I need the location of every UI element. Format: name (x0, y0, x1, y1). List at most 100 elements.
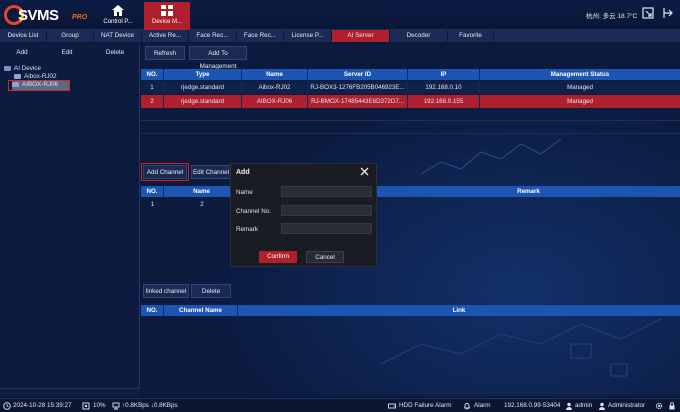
tree-root-ai-device[interactable]: AI Device (4, 65, 41, 72)
header-no: NO. (141, 69, 164, 80)
app-logo: SVMS PRO (4, 4, 89, 26)
alarm[interactable]: Alarm (474, 402, 490, 409)
channel-no-input[interactable] (281, 205, 372, 216)
fullscreen-icon[interactable] (642, 7, 654, 19)
subtab-group[interactable]: Group (47, 30, 94, 42)
subtab-decoder[interactable]: Decoder (390, 30, 448, 42)
subtab-device-list[interactable]: Device List (0, 30, 47, 42)
subtab-face-recognition-2[interactable]: Face Rec... (237, 30, 284, 42)
header-channel-name: Channel Name (164, 305, 238, 316)
cell-status: Managed (567, 98, 593, 105)
close-icon[interactable] (360, 167, 369, 176)
linked-channel-button[interactable]: linked channel (143, 284, 189, 298)
dialog-title: Add (236, 169, 250, 176)
header-type: Type (164, 69, 242, 80)
top-header: SVMS PRO Control P... Device M... 杭州: 多云… (0, 0, 680, 30)
cell-server-id: RJ-BMOX-17485443E6D372D7... (308, 95, 408, 108)
confirm-button[interactable]: Confirm (259, 251, 297, 263)
device-tree-panel: Add Edit Delete AI Device Aibox-RJ02 AIB… (0, 44, 140, 396)
table-row-empty (141, 121, 680, 134)
cell-name: 2 (200, 201, 204, 208)
subtab-face-recognition-1[interactable]: Face Rec... (189, 30, 237, 42)
horizontal-scrollbar[interactable] (0, 388, 140, 396)
hdd-icon (388, 403, 396, 409)
logo-text: SVMS (18, 7, 59, 24)
cell-ip: 192.168.0.155 (408, 95, 480, 108)
cell-name: AIBOX-RJ06 (242, 95, 308, 108)
tree-item-label: Aibox-RJ02 (24, 73, 57, 80)
refresh-button[interactable]: Refresh (145, 46, 185, 60)
header-no: NO. (141, 305, 164, 316)
table-row[interactable]: 1 rjedge.standard Aibox-RJ02 RJ-BOX3-127… (141, 81, 680, 94)
subtab-active-register[interactable]: Active Re... (142, 30, 189, 42)
linked-table-header: NO. Channel Name Link (141, 305, 680, 316)
username: admin (575, 402, 593, 409)
cell-server-id: RJ-BOX3-1276FB205B046923E... (308, 81, 408, 94)
lock-icon[interactable] (668, 402, 676, 410)
cancel-button[interactable]: Cancel (306, 251, 344, 263)
name-input[interactable] (281, 186, 372, 197)
home-icon (112, 5, 124, 16)
cpu-icon (82, 402, 90, 410)
subtab-favorite[interactable]: Favorite (448, 30, 494, 42)
logo-sub: PRO (72, 14, 88, 21)
hdd-failure-alarm[interactable]: HDD Failure Alarm (399, 402, 451, 409)
status-bar: 2024-10-28 15:39:27 10% ↑0.8KBps ↓0.8KBp… (0, 398, 680, 412)
highlight-box (141, 163, 189, 181)
name-label: Name (236, 189, 253, 196)
header-name: Name (164, 186, 240, 197)
server-address: 192.168.0.99-53404 (504, 402, 561, 409)
folder-icon (4, 65, 11, 71)
channel-no-label: Channel No. (236, 208, 272, 215)
highlight-box (8, 80, 70, 91)
cell-type: rjedge.standard (164, 81, 242, 94)
tree-item-aibox-rj02[interactable]: Aibox-RJ02 (14, 73, 57, 80)
network-icon (112, 402, 120, 410)
subtab-license-plate[interactable]: License P... (284, 30, 332, 42)
cell-status: Managed (567, 84, 593, 91)
edit-button[interactable]: Edit (44, 46, 90, 60)
clock-icon (3, 402, 11, 410)
ai-server-content: Refresh Add To Management NO. Type Name … (141, 44, 680, 396)
header-link: Link (452, 307, 466, 314)
linked-delete-button[interactable]: Delete (191, 284, 231, 298)
server-table-header: NO. Type Name Server ID IP Management St… (141, 69, 680, 80)
table-row[interactable]: 1 2 (141, 198, 680, 211)
edit-channel-button[interactable]: Edit Channel (191, 165, 231, 179)
logout-icon[interactable] (662, 7, 674, 19)
cell-no: 1 (150, 201, 155, 208)
admin-icon (599, 402, 605, 410)
cell-ip: 192.168.0.10 (408, 81, 480, 94)
header-no: NO. (141, 186, 164, 197)
user-icon (566, 402, 572, 410)
settings-gear-icon[interactable] (655, 402, 663, 410)
header-ip: IP (408, 69, 480, 80)
datetime: 2024-10-28 15:39:27 (13, 402, 72, 409)
tab-label: Device M... (151, 19, 182, 25)
table-row-selected[interactable]: 2 rjedge.standard AIBOX-RJ06 RJ-BMOX-174… (141, 95, 680, 108)
remark-input[interactable] (281, 223, 372, 234)
alarm-bell-icon (464, 403, 470, 410)
sub-tab-bar: Device List Group NAT Device Active Re..… (0, 30, 680, 42)
cell-type: rjedge.standard (164, 95, 242, 108)
add-channel-dialog: Add Name Channel No. Remark Confirm Canc… (230, 163, 377, 267)
device-icon (14, 73, 21, 79)
cell-remark (377, 198, 680, 211)
weather-info: 杭州: 多云 18.7°C (586, 13, 638, 20)
delete-button[interactable]: Delete (92, 46, 138, 60)
add-button[interactable]: Add (0, 46, 44, 60)
cell-no: 1 (141, 81, 164, 94)
remark-label: Remark (236, 226, 259, 233)
tab-device-management[interactable]: Device M... (144, 2, 190, 30)
table-row-empty (141, 108, 680, 121)
header-management-status: Management Status (550, 71, 610, 78)
cell-name: Aibox-RJ02 (242, 81, 308, 94)
cell-no: 2 (141, 95, 164, 108)
tab-control-panel[interactable]: Control P... (95, 2, 141, 30)
header-remark: Remark (517, 188, 540, 195)
subtab-ai-server[interactable]: AI Server (332, 30, 390, 42)
add-to-management-button[interactable]: Add To Management (189, 46, 247, 70)
channel-table-header: NO. Name Remark (141, 186, 680, 197)
subtab-nat-device[interactable]: NAT Device (94, 30, 142, 42)
network-speed: ↑0.8KBps ↓0.8KBps (122, 402, 178, 409)
